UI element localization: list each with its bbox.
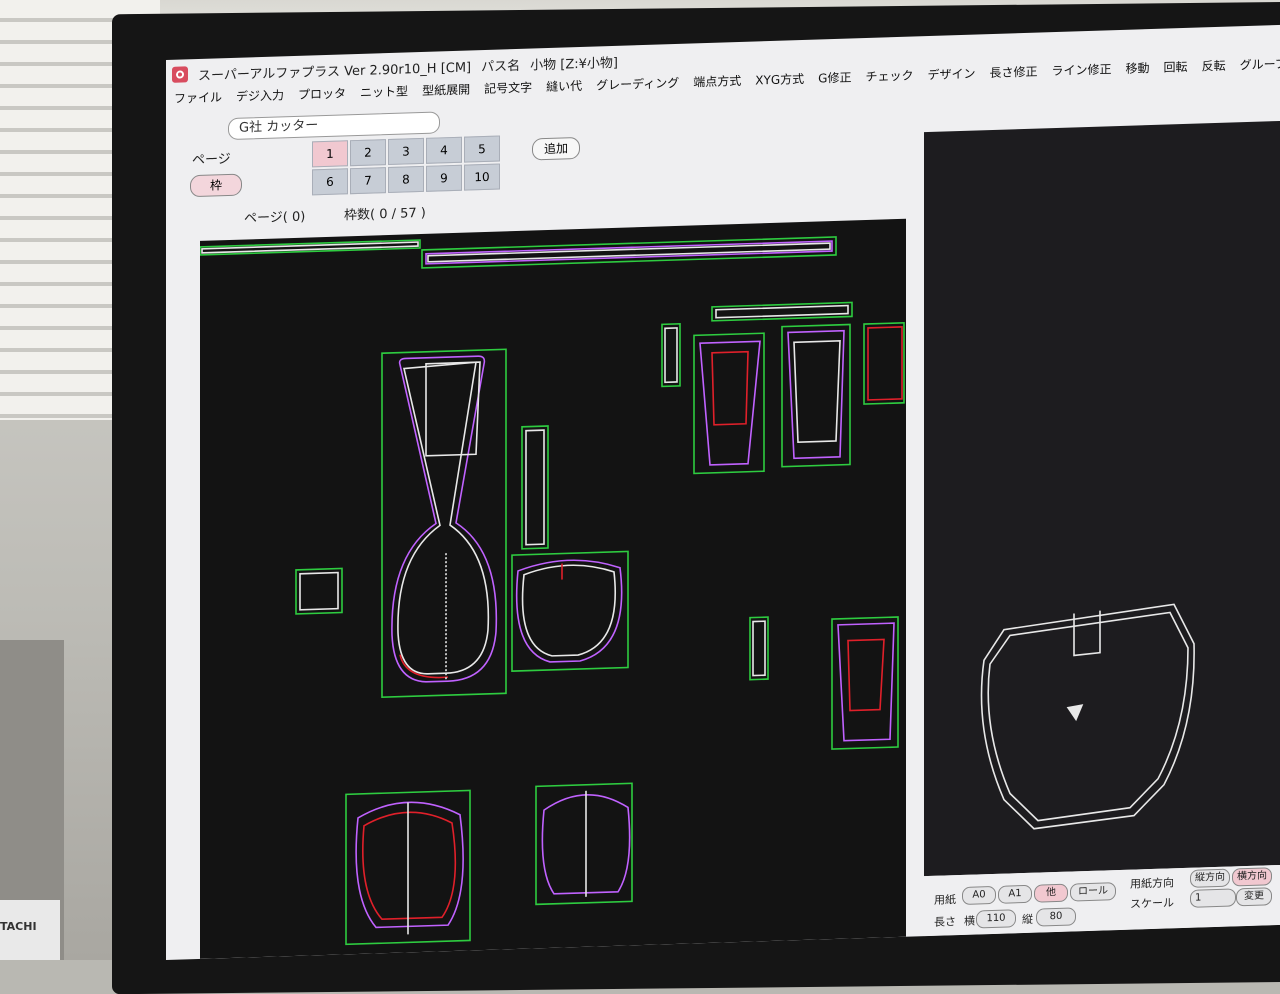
menu-item-9[interactable]: XYG方式 bbox=[755, 70, 804, 89]
device-brand-label: TACHI bbox=[0, 900, 60, 960]
menu-item-5[interactable]: 記号文字 bbox=[484, 78, 532, 97]
page-button-3[interactable]: 3 bbox=[388, 137, 424, 166]
page-button-5[interactable]: 5 bbox=[464, 135, 500, 163]
pattern-piece-pocket-left[interactable] bbox=[693, 332, 765, 475]
menu-item-11[interactable]: チェック bbox=[865, 67, 913, 86]
paper-settings-panel: 用紙 A0 A1 他ロール 長さ 横 110 縦 80 用紙方向 縦方向 横方向 スケ… bbox=[924, 864, 1280, 937]
menu-item-10[interactable]: G修正 bbox=[818, 68, 851, 86]
frame-count: 枠数( 0 / 57 ) bbox=[344, 205, 426, 224]
width-label: 横 bbox=[964, 914, 975, 928]
menu-item-2[interactable]: プロッタ bbox=[298, 84, 346, 103]
page-button-6[interactable]: 6 bbox=[312, 168, 348, 196]
piece-preview-panel bbox=[924, 120, 1280, 877]
menu-item-3[interactable]: ニット型 bbox=[360, 82, 408, 101]
width-input[interactable]: 110 bbox=[976, 909, 1016, 929]
pattern-piece-cutter-body[interactable] bbox=[381, 348, 507, 699]
menu-item-12[interactable]: デザイン bbox=[927, 65, 975, 84]
page-label: ページ bbox=[192, 151, 231, 169]
pattern-piece-rounded-front[interactable] bbox=[511, 550, 629, 672]
paper-option-2[interactable]: 他 bbox=[1034, 883, 1068, 903]
pattern-piece-pocket-lower[interactable] bbox=[831, 616, 899, 750]
pattern-piece-strip-top[interactable] bbox=[421, 236, 837, 269]
page-button-1[interactable]: 1 bbox=[312, 140, 348, 168]
paper-option-0[interactable]: A0 bbox=[962, 885, 996, 905]
pattern-piece-edge-right[interactable] bbox=[863, 321, 905, 405]
menu-item-14[interactable]: ライン修正 bbox=[1052, 60, 1112, 79]
height-input[interactable]: 80 bbox=[1036, 907, 1076, 927]
direction-option-0[interactable]: 縦方向 bbox=[1190, 868, 1230, 888]
page-button-8[interactable]: 8 bbox=[388, 165, 424, 194]
path-value: 小物 [Z:¥小物] bbox=[530, 55, 618, 74]
menu-item-18[interactable]: グループ bbox=[1240, 55, 1280, 73]
menu-item-1[interactable]: デジ入力 bbox=[236, 86, 284, 105]
pattern-piece-pocket-right[interactable] bbox=[781, 323, 851, 468]
pattern-piece-bottom-right[interactable] bbox=[535, 782, 633, 906]
app-logo-icon bbox=[172, 66, 188, 83]
page-button-7[interactable]: 7 bbox=[350, 167, 386, 195]
menu-item-17[interactable]: 反転 bbox=[1202, 57, 1226, 75]
menu-item-8[interactable]: 端点方式 bbox=[693, 72, 741, 91]
page-button-4[interactable]: 4 bbox=[426, 136, 462, 164]
scale-input[interactable]: 1 bbox=[1190, 888, 1236, 908]
scale-label: スケール bbox=[1130, 896, 1174, 911]
height-label: 縦 bbox=[1022, 912, 1033, 927]
page-status: ページ( 0) bbox=[244, 209, 306, 227]
document-name-field[interactable]: G社 カッター bbox=[228, 111, 440, 141]
direction-option-1[interactable]: 横方向 bbox=[1232, 867, 1272, 887]
menu-item-4[interactable]: 型紙展開 bbox=[422, 80, 470, 99]
pattern-piece-small-square[interactable] bbox=[295, 567, 343, 615]
pattern-piece-small-bar[interactable] bbox=[749, 616, 769, 681]
length-label: 長さ bbox=[934, 915, 956, 929]
app-screen: スーパーアルファプラス Ver 2.90r10_H [CM] パス名 小物 [Z… bbox=[166, 24, 1280, 960]
page-selector: 1 2 3 4 5 6 7 8 9 10 bbox=[312, 135, 500, 196]
change-button[interactable]: 変更 bbox=[1236, 887, 1272, 907]
path-label: パス名 bbox=[481, 58, 521, 75]
menu-item-7[interactable]: グレーディング bbox=[596, 74, 679, 94]
page-button-2[interactable]: 2 bbox=[350, 139, 386, 167]
pattern-piece-strip-top-left[interactable] bbox=[200, 239, 421, 256]
menu-item-6[interactable]: 縫い代 bbox=[546, 77, 582, 95]
page-button-9[interactable]: 9 bbox=[426, 164, 462, 192]
paper-option-1[interactable]: A1 bbox=[998, 884, 1032, 904]
paper-option-3[interactable]: ロール bbox=[1070, 882, 1116, 902]
pattern-piece-strip-mid[interactable] bbox=[711, 301, 853, 322]
paper-direction-label: 用紙方向 bbox=[1130, 876, 1174, 891]
menu-item-16[interactable]: 回転 bbox=[1164, 58, 1188, 76]
menu-item-15[interactable]: 移動 bbox=[1126, 59, 1150, 77]
page-button-10[interactable]: 10 bbox=[464, 163, 500, 191]
pattern-canvas[interactable] bbox=[200, 218, 906, 959]
add-page-button[interactable]: 追加 bbox=[532, 136, 580, 161]
frame-button[interactable]: 枠 bbox=[190, 173, 242, 198]
menu-item-13[interactable]: 長さ修正 bbox=[990, 63, 1038, 82]
pattern-piece-bottom-left[interactable] bbox=[345, 789, 471, 946]
menu-item-0[interactable]: ファイル bbox=[174, 88, 222, 107]
paper-label: 用紙 bbox=[934, 893, 956, 907]
window-title: スーパーアルファプラス Ver 2.90r10_H [CM] bbox=[198, 59, 472, 84]
pattern-piece-small-tab[interactable] bbox=[661, 323, 681, 388]
pattern-piece-narrow-bar[interactable] bbox=[521, 425, 549, 550]
